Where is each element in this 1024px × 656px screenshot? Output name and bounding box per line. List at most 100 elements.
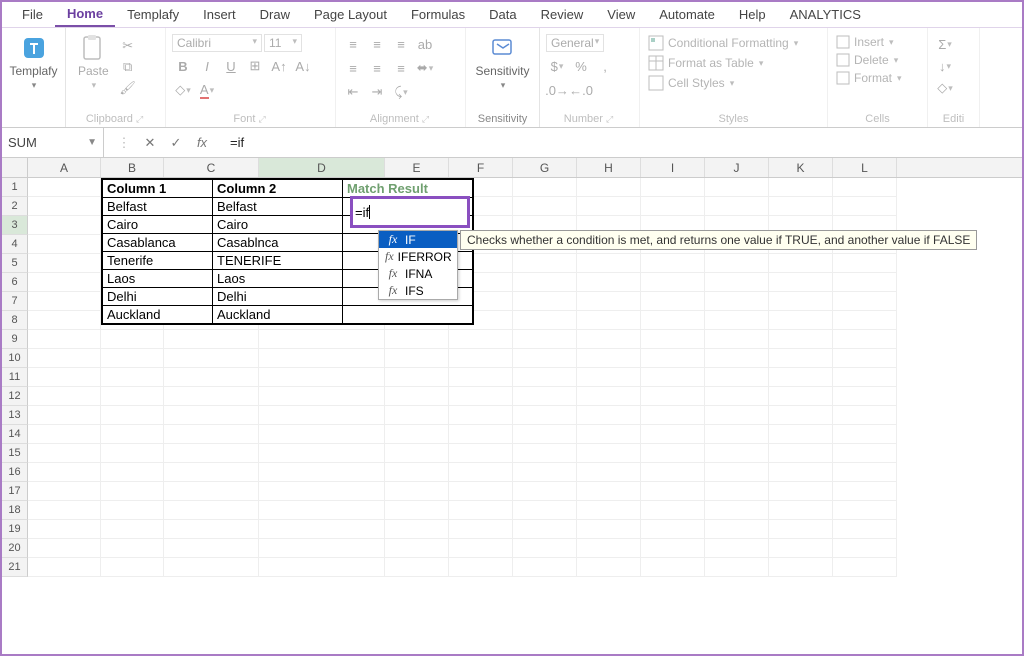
grid-cell[interactable]	[513, 482, 577, 501]
row-header-2[interactable]: 2	[2, 197, 28, 216]
grid-cell[interactable]	[164, 425, 259, 444]
grid-cell[interactable]	[641, 558, 705, 577]
paste-button[interactable]: Paste ▾	[72, 32, 115, 93]
col-header-f[interactable]: F	[449, 158, 513, 177]
cell-styles-button[interactable]: Cell Styles▾	[646, 74, 736, 92]
header-match-result[interactable]: Match Result	[343, 180, 473, 198]
grid-cell[interactable]	[513, 311, 577, 330]
grid-cell[interactable]	[577, 273, 641, 292]
grid-cell[interactable]	[705, 349, 769, 368]
grid-cell[interactable]	[101, 425, 164, 444]
autocomplete-option-ifs[interactable]: fxIFS	[379, 282, 457, 299]
menu-data[interactable]: Data	[477, 3, 528, 26]
grid-cell[interactable]	[641, 539, 705, 558]
grid-cell[interactable]	[101, 387, 164, 406]
col-header-g[interactable]: G	[513, 158, 577, 177]
grid-cell[interactable]	[164, 539, 259, 558]
grid-cell[interactable]	[385, 520, 449, 539]
grid-cell[interactable]	[28, 349, 101, 368]
grid-cell[interactable]	[577, 330, 641, 349]
align-middle-icon[interactable]: ≡	[366, 34, 388, 54]
menu-home[interactable]: Home	[55, 2, 115, 27]
grid-cell[interactable]	[449, 387, 513, 406]
menu-review[interactable]: Review	[529, 3, 596, 26]
grid-cell[interactable]	[259, 387, 385, 406]
grid-cell[interactable]	[705, 292, 769, 311]
grid-cell[interactable]	[705, 311, 769, 330]
grid-cell[interactable]	[101, 539, 164, 558]
grid-cell[interactable]	[769, 539, 833, 558]
col-header-h[interactable]: H	[577, 158, 641, 177]
menu-help[interactable]: Help	[727, 3, 778, 26]
align-center-icon[interactable]: ≡	[366, 58, 388, 78]
grid-cell[interactable]	[577, 178, 641, 197]
grid-cell[interactable]	[769, 558, 833, 577]
row-header-7[interactable]: 7	[2, 292, 28, 311]
grid-cell[interactable]	[577, 311, 641, 330]
autocomplete-option-if[interactable]: fxIF	[379, 231, 457, 248]
format-painter-icon[interactable]: 🖌	[117, 78, 139, 98]
active-cell-d3[interactable]: =if	[350, 196, 470, 228]
grid-cell[interactable]	[577, 482, 641, 501]
row-header-8[interactable]: 8	[2, 311, 28, 330]
cell-c3[interactable]: Belfast	[213, 198, 343, 216]
grid-cell[interactable]	[449, 368, 513, 387]
grid-cell[interactable]	[449, 406, 513, 425]
grid-cell[interactable]	[705, 558, 769, 577]
grid-cell[interactable]	[28, 330, 101, 349]
grid-cell[interactable]	[769, 292, 833, 311]
grid-cell[interactable]	[641, 273, 705, 292]
cell-c6[interactable]: TENERIFE	[213, 252, 343, 270]
format-as-table-button[interactable]: Format as Table▾	[646, 54, 765, 72]
grid-cell[interactable]	[577, 368, 641, 387]
grid-cell[interactable]	[449, 520, 513, 539]
decrease-font-button[interactable]: A↓	[292, 56, 314, 76]
cell-b6[interactable]: Tenerife	[103, 252, 213, 270]
menu-insert[interactable]: Insert	[191, 3, 248, 26]
grid-cell[interactable]	[577, 520, 641, 539]
grid-cell[interactable]	[769, 311, 833, 330]
grid-cell[interactable]	[577, 254, 641, 273]
font-size-select[interactable]: 11▾	[264, 34, 302, 52]
grid-cell[interactable]	[705, 178, 769, 197]
grid-cell[interactable]	[449, 501, 513, 520]
row-header-6[interactable]: 6	[2, 273, 28, 292]
grid-cell[interactable]	[385, 387, 449, 406]
align-bottom-icon[interactable]: ≡	[390, 34, 412, 54]
grid-cell[interactable]	[259, 520, 385, 539]
grid-cell[interactable]	[28, 216, 101, 235]
grid-cell[interactable]	[833, 425, 897, 444]
grid-cell[interactable]	[164, 482, 259, 501]
grid-cell[interactable]	[259, 330, 385, 349]
grid-cell[interactable]	[833, 292, 897, 311]
grid-cell[interactable]	[28, 197, 101, 216]
row-header-13[interactable]: 13	[2, 406, 28, 425]
menu-automate[interactable]: Automate	[647, 3, 727, 26]
grid-cell[interactable]	[28, 425, 101, 444]
grid-cell[interactable]	[385, 368, 449, 387]
grid-cell[interactable]	[101, 368, 164, 387]
grid-cell[interactable]	[28, 273, 101, 292]
grid-cell[interactable]	[641, 425, 705, 444]
grid-cell[interactable]	[577, 558, 641, 577]
percent-icon[interactable]: %	[570, 56, 592, 76]
col-header-c[interactable]: C	[164, 158, 259, 177]
grid-cell[interactable]	[449, 330, 513, 349]
header-col1[interactable]: Column 1	[103, 180, 213, 198]
grid-cell[interactable]	[449, 482, 513, 501]
underline-button[interactable]: U	[220, 56, 242, 76]
grid-cell[interactable]	[101, 444, 164, 463]
grid-cell[interactable]	[705, 520, 769, 539]
grid-cell[interactable]	[449, 463, 513, 482]
grid-cell[interactable]	[641, 463, 705, 482]
grid-cell[interactable]	[28, 368, 101, 387]
worksheet[interactable]: A B C D E F G H I J K L 1234567891011121…	[2, 158, 1022, 577]
grid-cell[interactable]	[769, 254, 833, 273]
grid-cell[interactable]	[28, 406, 101, 425]
grid-cell[interactable]	[641, 406, 705, 425]
grid-cell[interactable]	[769, 178, 833, 197]
grid-cell[interactable]	[705, 425, 769, 444]
increase-font-button[interactable]: A↑	[268, 56, 290, 76]
grid-cell[interactable]	[833, 520, 897, 539]
wrap-text-icon[interactable]: ab	[414, 34, 436, 54]
